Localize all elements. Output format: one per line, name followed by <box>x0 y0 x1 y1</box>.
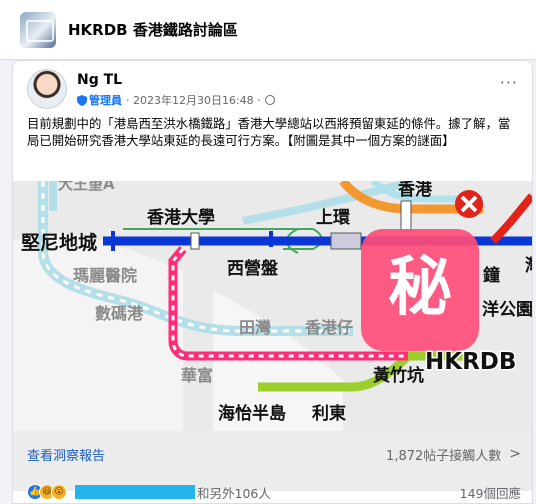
admin-badge-label: 管理員 <box>89 94 122 107</box>
station-label: 灣 <box>525 255 532 276</box>
view-insights-link[interactable]: 查看洞察報告 <box>27 445 105 464</box>
station-label: 瑪麗醫院 <box>73 266 137 285</box>
globe-icon <box>264 95 275 105</box>
reaction-count[interactable]: 和另外106人 <box>197 483 271 502</box>
station-label: 鐘 <box>483 265 500 286</box>
redacted-names <box>75 485 195 499</box>
author-meta: Ng TL 管理員 · 2023年12月30日16:48 · <box>77 69 275 108</box>
station-label: 數碼港 <box>95 304 144 323</box>
post-header: Ng TL 管理員 · 2023年12月30日16:48 · <box>27 69 275 113</box>
station-label: 香港 <box>398 181 433 200</box>
station-label: 香港大學 <box>147 207 215 228</box>
station-label: 華富 <box>181 366 213 385</box>
group-avatar[interactable] <box>20 11 56 48</box>
station-label: 田灣 <box>239 318 271 337</box>
author-name[interactable]: Ng TL <box>77 72 275 88</box>
post-reach-label: 1,872帖子接觸人數 <box>386 448 502 464</box>
more-options-button[interactable]: ··· <box>500 73 518 92</box>
chevron-right-icon: > <box>509 446 521 462</box>
station-label: 上環 <box>316 208 351 228</box>
station-label: 黃竹坑 <box>372 365 424 386</box>
group-name[interactable]: HKRDB 香港鐵路討論區 <box>68 19 238 40</box>
station-label: 利東 <box>312 403 346 424</box>
comment-count[interactable]: 149個回應 <box>460 483 521 502</box>
author-avatar[interactable] <box>27 69 67 109</box>
wow-icon: 😮 <box>51 484 67 500</box>
post-meta: 管理員 · 2023年12月30日16:48 · <box>77 92 275 108</box>
station-label: 香港仔 <box>304 318 353 337</box>
station-label: 堅尼地城 <box>21 231 97 254</box>
station-label: 海怡半島 <box>218 403 286 424</box>
railway-map-svg: 秘 大王望A 香港 香港大學 上環 堅尼地城 西營盤 瑪麗醫院 數碼港 田灣 香… <box>13 181 532 431</box>
admin-badge: 管理員 <box>77 92 122 108</box>
secret-badge-text: 秘 <box>388 251 452 325</box>
post-timestamp[interactable]: · 2023年12月30日16:48 · <box>126 92 261 108</box>
group-header: HKRDB 香港鐵路討論區 <box>0 0 536 60</box>
shield-icon <box>77 94 87 106</box>
post-text: 目前規劃中的「港島西至洪水橋鐵路」香港大學總站以西將預留東延的條件。據了解，當局… <box>27 116 511 148</box>
reactions-row: 👍 😆 😮 和另外106人 149個回應 <box>27 481 521 503</box>
reaction-icons[interactable]: 👍 😆 😮 <box>27 484 67 500</box>
insights-row: 查看洞察報告 1,872帖子接觸人數 > <box>27 443 521 465</box>
station-label: 西營盤 <box>227 258 279 279</box>
post-card: Ng TL 管理員 · 2023年12月30日16:48 · ··· 目前規劃中… <box>12 60 533 504</box>
watermark-text: HKRDB <box>425 349 516 375</box>
station-label: 大王望A <box>58 181 115 193</box>
post-reach[interactable]: 1,872帖子接觸人數 > <box>386 445 521 464</box>
station-label: 洋公園 <box>482 299 532 320</box>
